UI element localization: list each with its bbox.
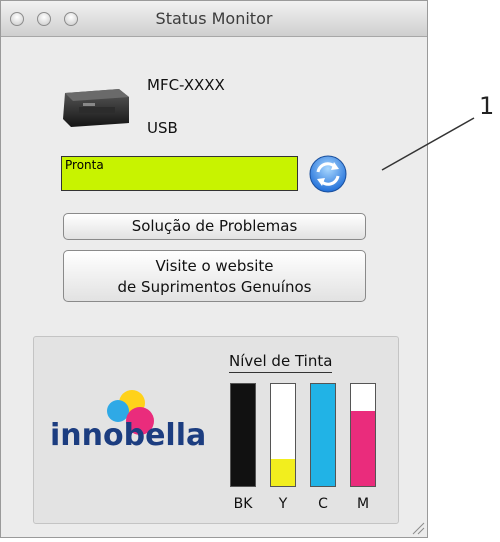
status-monitor-window: Status Monitor MFC-XXXX USB Pronta Soluç… <box>0 0 428 538</box>
ink-fill-y <box>271 459 295 486</box>
ink-label-bk: BK <box>233 496 253 512</box>
title-bar: Status Monitor <box>1 1 427 37</box>
ink-cartridge-bk <box>230 383 256 487</box>
window-title: Status Monitor <box>155 9 273 28</box>
ink-label-m: M <box>356 496 370 512</box>
ink-label-y: Y <box>278 496 288 512</box>
genuine-supplies-website-button[interactable]: Visite o website de Suprimentos Genuínos <box>63 250 366 302</box>
brand-logo-text: innobella <box>50 418 204 453</box>
refresh-icon[interactable] <box>308 154 348 194</box>
ink-level-panel: innobella Nível de Tinta BK Y C M <box>33 336 399 524</box>
ink-cartridge-y <box>270 383 296 487</box>
troubleshooting-button[interactable]: Solução de Problemas <box>63 213 366 240</box>
ink-fill-c <box>311 384 335 486</box>
ink-fill-bk <box>231 384 255 486</box>
ink-fill-m <box>351 410 375 486</box>
status-display: Pronta <box>61 156 298 191</box>
ink-cartridge-c <box>310 383 336 487</box>
ink-label-c: C <box>318 496 328 512</box>
connection-type: USB <box>147 119 178 137</box>
status-text: Pronta <box>65 158 104 172</box>
ink-cartridge-m <box>350 383 376 487</box>
callout-number: 1 <box>479 92 495 120</box>
resize-grip-icon[interactable] <box>409 519 425 535</box>
innobella-logo: innobella <box>50 390 204 453</box>
printer-icon <box>63 89 129 127</box>
website-button-line1: Visite o website <box>155 257 274 275</box>
website-button-line2: de Suprimentos Genuínos <box>117 278 312 296</box>
ink-level-title: Nível de Tinta <box>229 352 333 373</box>
device-name: MFC-XXXX <box>147 76 225 94</box>
